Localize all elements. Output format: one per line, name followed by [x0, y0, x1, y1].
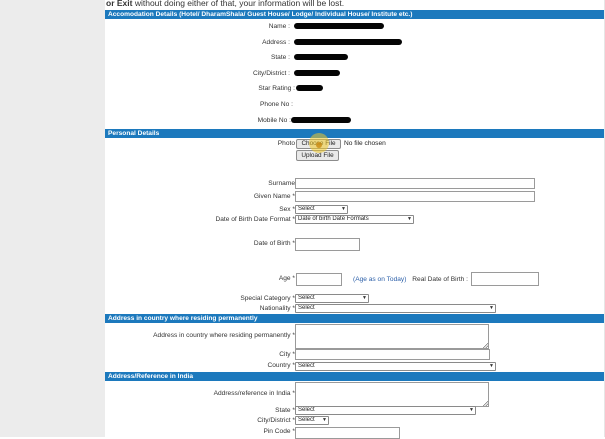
- sex-label: Sex *: [279, 206, 295, 213]
- nationality-select[interactable]: Select ▼: [295, 304, 496, 313]
- dob-format-label: Date of Birth Date Format *: [215, 216, 295, 223]
- age-input[interactable]: [296, 273, 342, 286]
- india-address-section-header: Address/Reference in India: [105, 372, 604, 381]
- chevron-down-icon: ▼: [469, 407, 474, 413]
- pin-code-label: Pin Code *: [263, 428, 295, 435]
- top-warning-note: or Exit without doing either of that, yo…: [106, 0, 345, 8]
- phone-label: Phone No :: [260, 101, 293, 108]
- india-state-select[interactable]: Select ▼: [295, 406, 476, 415]
- no-file-chosen-text: No file chosen: [344, 140, 386, 147]
- city-district-label: City/District :: [253, 70, 290, 77]
- india-city-select[interactable]: Select ▼: [295, 416, 329, 425]
- perm-city-input[interactable]: [295, 349, 490, 360]
- nationality-label: Nationality *: [259, 305, 295, 312]
- personal-section-header: Personal Details: [105, 129, 604, 138]
- given-name-input[interactable]: [295, 191, 535, 202]
- city-district-redacted: [294, 70, 340, 76]
- star-rating-redacted: [296, 85, 323, 91]
- accommodation-section-header: Accomodation Details (Hotel/ DharamShala…: [105, 10, 604, 19]
- state-label: State :: [270, 54, 290, 61]
- resize-grip-icon[interactable]: [483, 343, 488, 348]
- chevron-down-icon: ▼: [362, 295, 367, 301]
- mouse-cursor-icon: [316, 142, 322, 148]
- address-label: Address :: [262, 39, 290, 46]
- name-redacted: [294, 23, 384, 29]
- dob-format-select[interactable]: Date of birth Date Formats ▼: [295, 215, 414, 224]
- india-address-label: Address/reference in India *: [213, 390, 295, 397]
- country-label: Country *: [267, 362, 295, 369]
- india-state-label: State *: [275, 407, 295, 414]
- permanent-address-textarea[interactable]: [295, 324, 489, 349]
- chevron-down-icon: ▼: [489, 305, 494, 311]
- permanent-address-label: Address in country where residing perman…: [153, 332, 295, 339]
- name-label: Name :: [268, 23, 290, 30]
- age-label: Age *: [278, 275, 295, 282]
- country-select[interactable]: Select ▼: [295, 362, 496, 371]
- photo-label: Photo: [277, 140, 295, 147]
- sex-select[interactable]: Select ▼: [295, 205, 348, 214]
- surname-input[interactable]: [295, 178, 535, 189]
- mobile-label: Mobile No :: [257, 117, 291, 124]
- chevron-down-icon: ▼: [407, 216, 412, 222]
- perm-city-label: City *: [279, 351, 295, 358]
- special-category-label: Special Category *: [240, 295, 295, 302]
- real-dob-label: Real Date of Birth :: [412, 276, 468, 283]
- india-city-label: City/District *: [257, 417, 295, 424]
- surname-label: Surname: [268, 180, 295, 187]
- pin-code-input[interactable]: [295, 427, 400, 439]
- real-dob-input[interactable]: [471, 272, 539, 286]
- chevron-down-icon: ▼: [341, 206, 346, 212]
- address-redacted: [294, 39, 402, 45]
- age-as-on-today-link[interactable]: (Age as on Today): [353, 276, 406, 283]
- permanent-address-section-header: Address in country where residing perman…: [105, 314, 604, 323]
- chevron-down-icon: ▼: [322, 417, 327, 423]
- dob-input[interactable]: [295, 238, 360, 251]
- given-name-label: Given Name *: [253, 193, 295, 200]
- state-redacted: [294, 54, 348, 60]
- chevron-down-icon: ▼: [489, 363, 494, 369]
- special-category-select[interactable]: Select ▼: [295, 294, 369, 303]
- mobile-redacted: [291, 117, 351, 123]
- resize-grip-icon[interactable]: [483, 401, 488, 406]
- dob-label: Date of Birth *: [253, 240, 295, 247]
- left-margin: [0, 0, 105, 437]
- star-rating-label: Star Rating :: [258, 85, 295, 92]
- india-address-textarea[interactable]: [295, 382, 489, 407]
